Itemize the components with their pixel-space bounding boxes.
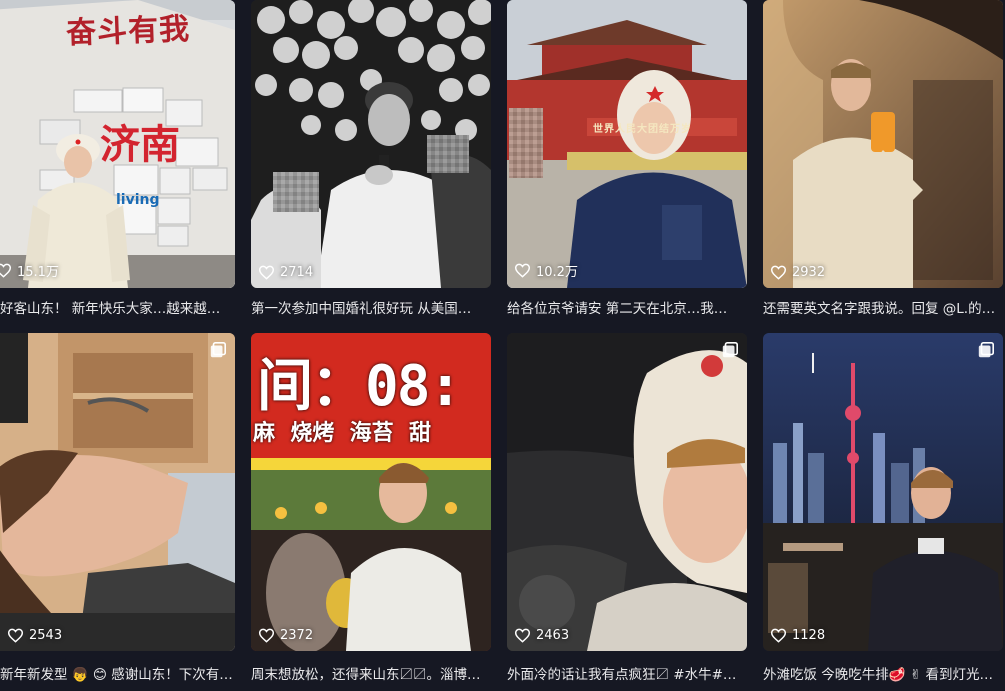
like-count-text: 2714 (280, 265, 314, 280)
video-card[interactable]: 间：08: 麻 烧烤 海苔 甜 2372 周末想放松，还得来山东〼〼。淄博… (251, 333, 491, 691)
video-card[interactable]: 2714 第一次参加中国婚礼很好玩 从美国… (251, 0, 491, 322)
video-caption[interactable]: 好客山东！ 新年快乐大家…越来越… (0, 297, 235, 317)
video-caption[interactable]: 外滩吃饭 今晚吃牛排🥩 ✌ 看到灯光… (763, 663, 1003, 683)
video-caption[interactable]: 周末想放松，还得来山东〼〼。淄博… (251, 663, 491, 683)
heart-outline-icon (7, 628, 24, 643)
thumbnail-scene (0, 333, 235, 651)
like-count: 10.2万 (514, 261, 578, 280)
heart-outline-icon (0, 263, 12, 278)
video-caption[interactable]: 还需要英文名字跟我说。回复 @L.的… (763, 297, 1003, 317)
like-count-text: 10.2万 (536, 265, 578, 280)
blurred-face (427, 135, 469, 173)
video-grid: 奋斗有我 济南 living 15.1万 好客山东！ 新年快乐大家…越来越… 2… (0, 0, 1005, 691)
wall-sign-jinan: 济南 (100, 121, 180, 168)
like-count: 2932 (770, 265, 825, 280)
blurred-face (273, 172, 319, 212)
video-card[interactable]: 奋斗有我 济南 living 15.1万 好客山东！ 新年快乐大家…越来越… (0, 0, 235, 322)
like-count-text: 2372 (280, 628, 314, 643)
video-thumbnail[interactable]: 1128 (763, 333, 1003, 651)
video-thumbnail[interactable]: 2463 (507, 333, 747, 651)
like-count: 2463 (514, 628, 569, 643)
thumbnail-scene (763, 333, 1003, 651)
thumbnail-scene (507, 0, 747, 288)
like-count-text: 1128 (792, 628, 826, 643)
video-caption[interactable]: 新年新发型 👦 😊 感谢山东！下次有… (0, 663, 235, 683)
like-count: 2372 (258, 628, 313, 643)
like-count: 15.1万 (0, 261, 59, 280)
video-card[interactable]: 2463 外面冷的话让我有点疯狂〼 #水牛#… (507, 333, 747, 691)
video-card[interactable]: 2543 新年新发型 👦 😊 感谢山东！下次有… (0, 333, 235, 691)
poster-text: living (116, 192, 160, 208)
heart-outline-icon (258, 265, 275, 280)
heart-outline-icon (770, 265, 787, 280)
video-thumbnail[interactable]: 奋斗有我 济南 living 15.1万 (0, 0, 235, 288)
video-caption[interactable]: 第一次参加中国婚礼很好玩 从美国… (251, 297, 491, 317)
video-thumbnail[interactable]: 2932 (763, 0, 1003, 288)
heart-outline-icon (514, 628, 531, 643)
video-caption[interactable]: 外面冷的话让我有点疯狂〼 #水牛#… (507, 663, 747, 683)
like-count-text: 2463 (536, 628, 570, 643)
thumbnail-scene (763, 0, 1003, 288)
like-count-text: 2932 (792, 265, 826, 280)
building-banner: 世界人民大团结万岁 (593, 124, 692, 135)
storefront-sign: 间：08: (257, 354, 462, 419)
multi-image-icon (210, 341, 227, 358)
like-count-text: 15.1万 (17, 265, 59, 280)
like-count-text: 2543 (29, 628, 63, 643)
like-count: 1128 (770, 628, 825, 643)
heart-outline-icon (770, 628, 787, 643)
thumbnail-scene (507, 333, 747, 651)
like-count: 2543 (7, 628, 62, 643)
video-card[interactable]: 2932 还需要英文名字跟我说。回复 @L.的… (763, 0, 1003, 322)
video-card[interactable]: 世界人民大团结万岁 10.2万 给各位京爷请安 第二天在北京…我… (507, 0, 747, 322)
video-card[interactable]: 1128 外滩吃饭 今晚吃牛排🥩 ✌ 看到灯光… (763, 333, 1003, 691)
video-caption[interactable]: 给各位京爷请安 第二天在北京…我… (507, 297, 747, 317)
heart-outline-icon (514, 263, 531, 278)
like-count: 2714 (258, 265, 313, 280)
video-thumbnail[interactable]: 世界人民大团结万岁 10.2万 (507, 0, 747, 288)
video-thumbnail[interactable]: 2543 (0, 333, 235, 651)
heart-outline-icon (258, 628, 275, 643)
blurred-face (509, 108, 543, 178)
video-thumbnail[interactable]: 2714 (251, 0, 491, 288)
video-thumbnail[interactable]: 间：08: 麻 烧烤 海苔 甜 2372 (251, 333, 491, 651)
multi-image-icon (978, 341, 995, 358)
wall-slogan: 奋斗有我 (65, 11, 191, 52)
multi-image-icon (722, 341, 739, 358)
storefront-menu: 麻 烧烤 海苔 甜 (253, 421, 431, 446)
